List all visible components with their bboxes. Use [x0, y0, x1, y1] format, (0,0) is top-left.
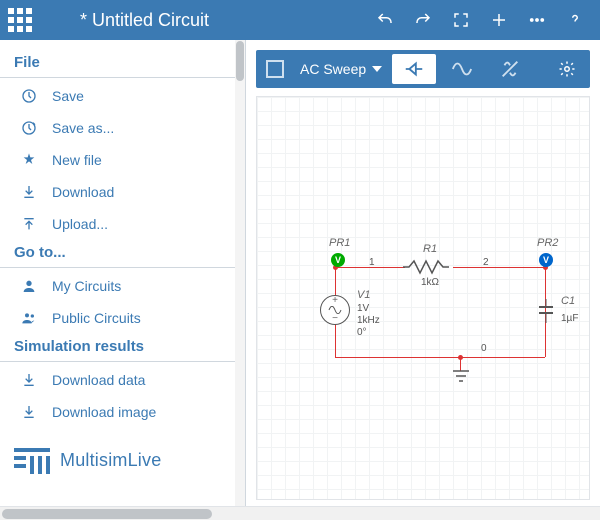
help-button[interactable] — [558, 3, 592, 37]
bottom-scrollbar[interactable] — [0, 506, 600, 520]
saveas-icon — [20, 119, 38, 137]
node-1: 1 — [369, 257, 375, 268]
split-icon — [499, 58, 521, 80]
source-v1[interactable]: + − — [320, 295, 350, 325]
node-2: 2 — [483, 257, 489, 268]
app-menu-button[interactable] — [0, 0, 40, 40]
menu-label: Public Circuits — [52, 310, 141, 326]
node-0: 0 — [481, 343, 487, 354]
section-goto: Go to... — [0, 240, 245, 268]
upload-icon — [20, 215, 38, 233]
menu-saveas[interactable]: Save as... — [0, 112, 245, 144]
top-bar: * Untitled Circuit — [0, 0, 600, 40]
logo-icon — [14, 446, 50, 474]
menu-newfile[interactable]: New file — [0, 144, 245, 176]
source-phase: 0° — [357, 327, 367, 338]
capacitor-c1[interactable] — [537, 299, 555, 323]
more-button[interactable] — [520, 3, 554, 37]
section-simresults: Simulation results — [0, 334, 245, 362]
add-button[interactable] — [482, 3, 516, 37]
save-icon — [20, 87, 38, 105]
download-icon — [20, 183, 38, 201]
download-icon — [20, 371, 38, 389]
circuit: PR1 V PR2 V R1 1kΩ 1 2 0 + − V1 1V — [315, 237, 565, 397]
probe-label: PR2 — [537, 237, 558, 249]
tab-split[interactable] — [488, 54, 532, 84]
simulation-mode-select[interactable]: AC Sweep — [294, 61, 388, 77]
menu-save[interactable]: Save — [0, 80, 245, 112]
menu-label: My Circuits — [52, 278, 121, 294]
dots-icon — [528, 11, 546, 29]
simulation-mode-label: AC Sweep — [300, 61, 366, 77]
redo-icon — [414, 11, 432, 29]
undo-button[interactable] — [368, 3, 402, 37]
section-file: File — [0, 50, 245, 78]
menu-label: Download — [52, 184, 114, 200]
chevron-down-icon — [372, 66, 382, 72]
ground[interactable] — [451, 369, 471, 385]
document-title: * Untitled Circuit — [40, 10, 368, 31]
download-icon — [20, 403, 38, 421]
menu-dldata[interactable]: Download data — [0, 364, 245, 396]
sidebar-scrollbar[interactable] — [235, 40, 245, 520]
scrollbar-thumb[interactable] — [2, 509, 212, 519]
gear-icon — [558, 60, 576, 78]
logo-text: MultisimLive — [60, 450, 161, 471]
newfile-icon — [20, 151, 38, 169]
source-name: V1 — [357, 289, 370, 301]
cap-name: C1 — [561, 295, 575, 307]
menu-label: Upload... — [52, 216, 108, 232]
resistor-name: R1 — [423, 243, 437, 255]
wire[interactable] — [335, 357, 545, 358]
top-actions — [368, 3, 600, 37]
menu-upload[interactable]: Upload... — [0, 208, 245, 240]
source-freq: 1kHz — [357, 315, 380, 326]
undo-icon — [376, 11, 394, 29]
scrollbar-thumb[interactable] — [236, 41, 244, 81]
resistor-value: 1kΩ — [421, 277, 439, 288]
canvas-area: AC Sweep — [246, 40, 600, 520]
simulation-toolbar: AC Sweep — [256, 50, 590, 88]
node-joint — [458, 355, 463, 360]
menu-label: Save as... — [52, 120, 114, 136]
grid-icon — [8, 8, 32, 32]
probe-label: PR1 — [329, 237, 350, 249]
fullscreen-button[interactable] — [444, 3, 478, 37]
menu-publiccircuits[interactable]: Public Circuits — [0, 302, 245, 334]
tab-schematic[interactable] — [392, 54, 436, 84]
schematic-canvas[interactable]: PR1 V PR2 V R1 1kΩ 1 2 0 + − V1 1V — [256, 96, 590, 500]
plus-icon — [490, 11, 508, 29]
menu-download[interactable]: Download — [0, 176, 245, 208]
tab-grapher[interactable] — [440, 54, 484, 84]
menu-label: Download image — [52, 404, 156, 420]
probe-pr2[interactable]: V — [539, 253, 553, 267]
menu-label: Download data — [52, 372, 145, 388]
menu-mycircuits[interactable]: My Circuits — [0, 270, 245, 302]
wire[interactable] — [453, 267, 545, 268]
cap-value: 1µF — [561, 313, 578, 324]
settings-button[interactable] — [550, 52, 584, 86]
user-icon — [20, 277, 38, 295]
menu-label: New file — [52, 152, 102, 168]
source-amplitude: 1V — [357, 303, 369, 314]
diode-icon — [403, 58, 425, 80]
probe-pr1[interactable]: V — [331, 253, 345, 267]
resistor-r1[interactable] — [403, 259, 455, 275]
redo-button[interactable] — [406, 3, 440, 37]
logo: MultisimLive — [0, 428, 245, 492]
menu-label: Save — [52, 88, 84, 104]
help-icon — [566, 11, 584, 29]
sine-icon — [451, 58, 473, 80]
sidebar: File Save Save as... New file Download U… — [0, 40, 246, 520]
menu-dlimage[interactable]: Download image — [0, 396, 245, 428]
fullscreen-icon — [452, 11, 470, 29]
stop-button[interactable] — [266, 60, 284, 78]
users-icon — [20, 309, 38, 327]
